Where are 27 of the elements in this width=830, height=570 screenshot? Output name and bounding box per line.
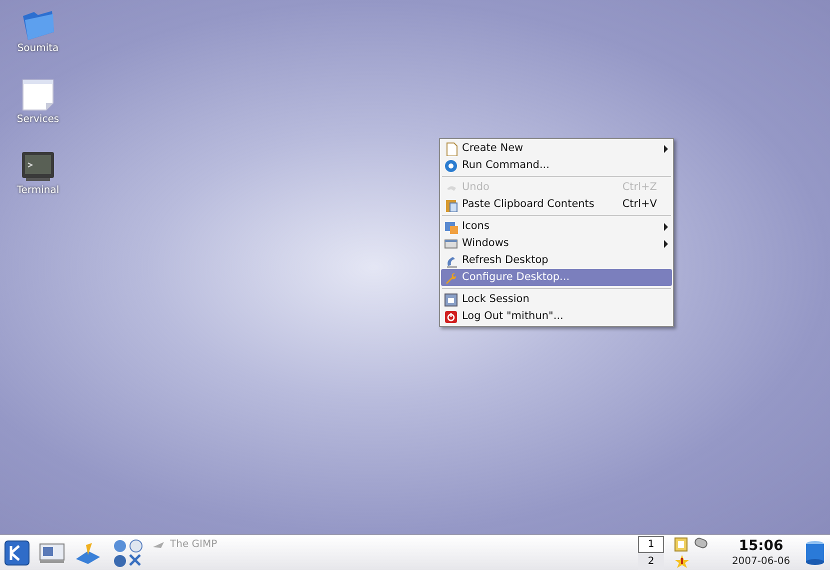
document-icon[interactable] [20, 77, 56, 113]
drive-icon[interactable] [693, 536, 709, 548]
clipboard-icon[interactable] [674, 536, 688, 552]
menu-item[interactable]: Icons [441, 218, 672, 235]
menu-item[interactable]: Run Command... [441, 157, 672, 174]
power-icon [444, 310, 458, 324]
clock-time[interactable]: 15:06 [738, 538, 784, 554]
desktop-pager-button[interactable]: 1 [638, 536, 664, 552]
menu-item[interactable]: Create New [441, 140, 672, 157]
menu-item[interactable]: Configure Desktop... [441, 269, 672, 286]
wrench-icon [444, 270, 458, 284]
page-icon [444, 142, 458, 156]
menu-item[interactable]: Paste Clipboard Contents Ctrl+V [441, 196, 672, 213]
trash-icon[interactable] [804, 538, 826, 566]
clipboard-icon [444, 198, 458, 212]
menu-item[interactable]: Refresh Desktop [441, 252, 672, 269]
clock-date[interactable]: 2007-06-06 [732, 554, 790, 568]
menu-item[interactable]: Lock Session [441, 291, 672, 308]
menu-item[interactable]: Log Out "mithun"... [441, 308, 672, 325]
start-menu-icon[interactable] [4, 540, 30, 566]
show-desktop-icon[interactable] [38, 542, 66, 564]
pen-icon[interactable] [74, 540, 102, 564]
windows-icon [444, 236, 458, 250]
icons-icon [444, 220, 458, 234]
gear-icon [444, 158, 458, 172]
menu-item[interactable]: Windows [441, 235, 672, 252]
lock-icon [444, 292, 458, 306]
